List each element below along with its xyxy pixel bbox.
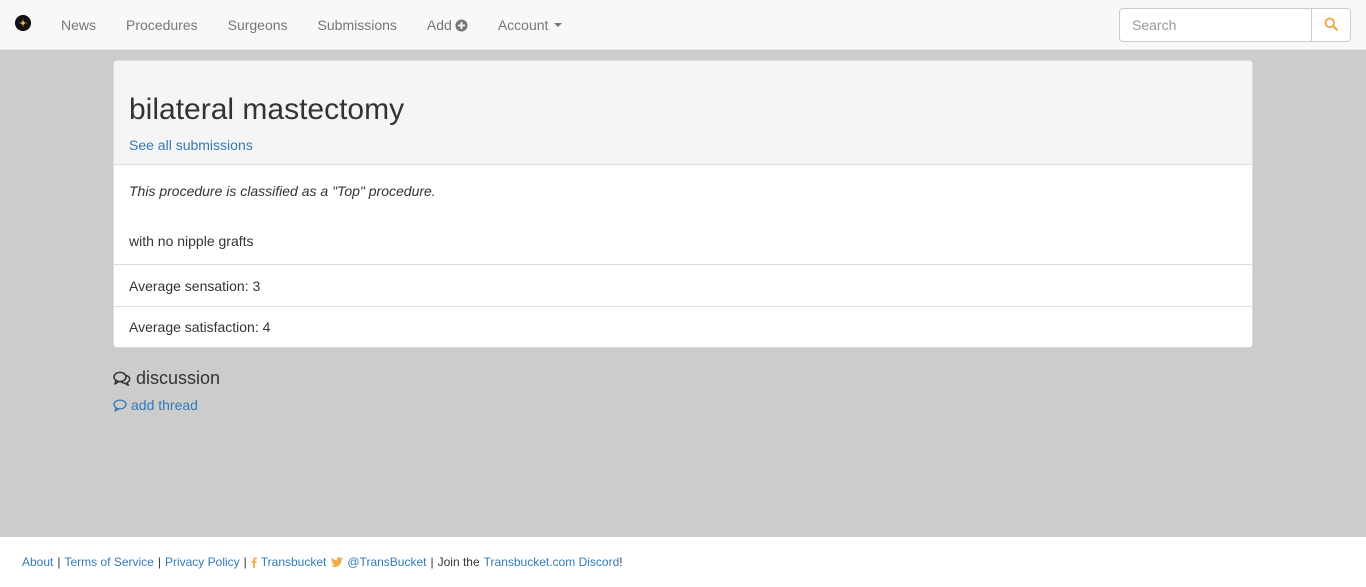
nav-submissions-label: Submissions bbox=[317, 17, 397, 33]
nav-surgeons-label: Surgeons bbox=[227, 17, 288, 33]
plus-circle-icon bbox=[455, 18, 468, 32]
procedure-note: with no nipple grafts bbox=[129, 233, 254, 249]
twitter-icon bbox=[331, 557, 344, 567]
footer-separator: | bbox=[157, 555, 161, 569]
footer-separator: | bbox=[430, 555, 434, 569]
procedure-description: This procedure is classified as a "Top" … bbox=[114, 165, 1252, 265]
procedure-classification: This procedure is classified as a "Top" … bbox=[129, 183, 436, 199]
comments-icon bbox=[113, 371, 131, 387]
footer-separator: | bbox=[243, 555, 247, 569]
caret-down-icon bbox=[554, 23, 563, 27]
nav-account-dropdown[interactable]: Account bbox=[483, 0, 578, 50]
footer-discord-link[interactable]: Transbucket.com Discord bbox=[484, 555, 620, 569]
see-all-submissions-link[interactable]: See all submissions bbox=[129, 137, 253, 153]
procedure-panel-heading: bilateral mastectomy See all submissions bbox=[114, 61, 1252, 165]
nav-submissions[interactable]: Submissions bbox=[303, 0, 412, 50]
footer-twitter-link[interactable]: @TransBucket bbox=[347, 555, 426, 569]
nav-procedures-label: Procedures bbox=[126, 17, 198, 33]
top-navbar: News Procedures Surgeons Submissions Add… bbox=[0, 0, 1366, 50]
add-thread-label: add thread bbox=[131, 397, 198, 413]
procedure-panel: bilateral mastectomy See all submissions… bbox=[113, 60, 1253, 348]
footer-join-suffix: ! bbox=[619, 555, 623, 569]
nav-add-label: Add bbox=[426, 17, 452, 33]
footer-separator: | bbox=[57, 555, 61, 569]
facebook-icon bbox=[251, 557, 257, 568]
nav-news[interactable]: News bbox=[46, 0, 111, 50]
footer-terms-link[interactable]: Terms of Service bbox=[64, 555, 153, 569]
footer-about-link[interactable]: About bbox=[22, 555, 53, 569]
nav-news-label: News bbox=[61, 17, 97, 33]
nav-procedures[interactable]: Procedures bbox=[111, 0, 213, 50]
discussion-heading: discussion bbox=[113, 368, 220, 389]
discussion-heading-label: discussion bbox=[136, 368, 221, 388]
add-thread-link[interactable]: add thread bbox=[113, 397, 198, 413]
nav-account-label: Account bbox=[497, 17, 549, 33]
nav-surgeons[interactable]: Surgeons bbox=[213, 0, 303, 50]
nav-links: News Procedures Surgeons Submissions Add… bbox=[46, 0, 577, 50]
footer-facebook-link[interactable]: Transbucket bbox=[261, 555, 327, 569]
search-form bbox=[1119, 8, 1351, 42]
search-input[interactable] bbox=[1119, 8, 1312, 42]
procedure-title: bilateral mastectomy bbox=[129, 93, 405, 126]
search-button[interactable] bbox=[1311, 8, 1351, 42]
footer-privacy-link[interactable]: Privacy Policy bbox=[165, 555, 240, 569]
average-sensation: Average sensation: 3 bbox=[129, 277, 261, 294]
search-icon bbox=[1324, 17, 1339, 34]
page-footer: About | Terms of Service | Privacy Polic… bbox=[0, 537, 1366, 587]
transbucket-logo-icon[interactable] bbox=[15, 15, 31, 31]
footer-join-text: Join the bbox=[437, 555, 480, 569]
comment-icon bbox=[113, 398, 127, 412]
nav-add[interactable]: Add bbox=[412, 0, 483, 50]
average-satisfaction: Average satisfaction: 4 bbox=[114, 306, 1252, 347]
